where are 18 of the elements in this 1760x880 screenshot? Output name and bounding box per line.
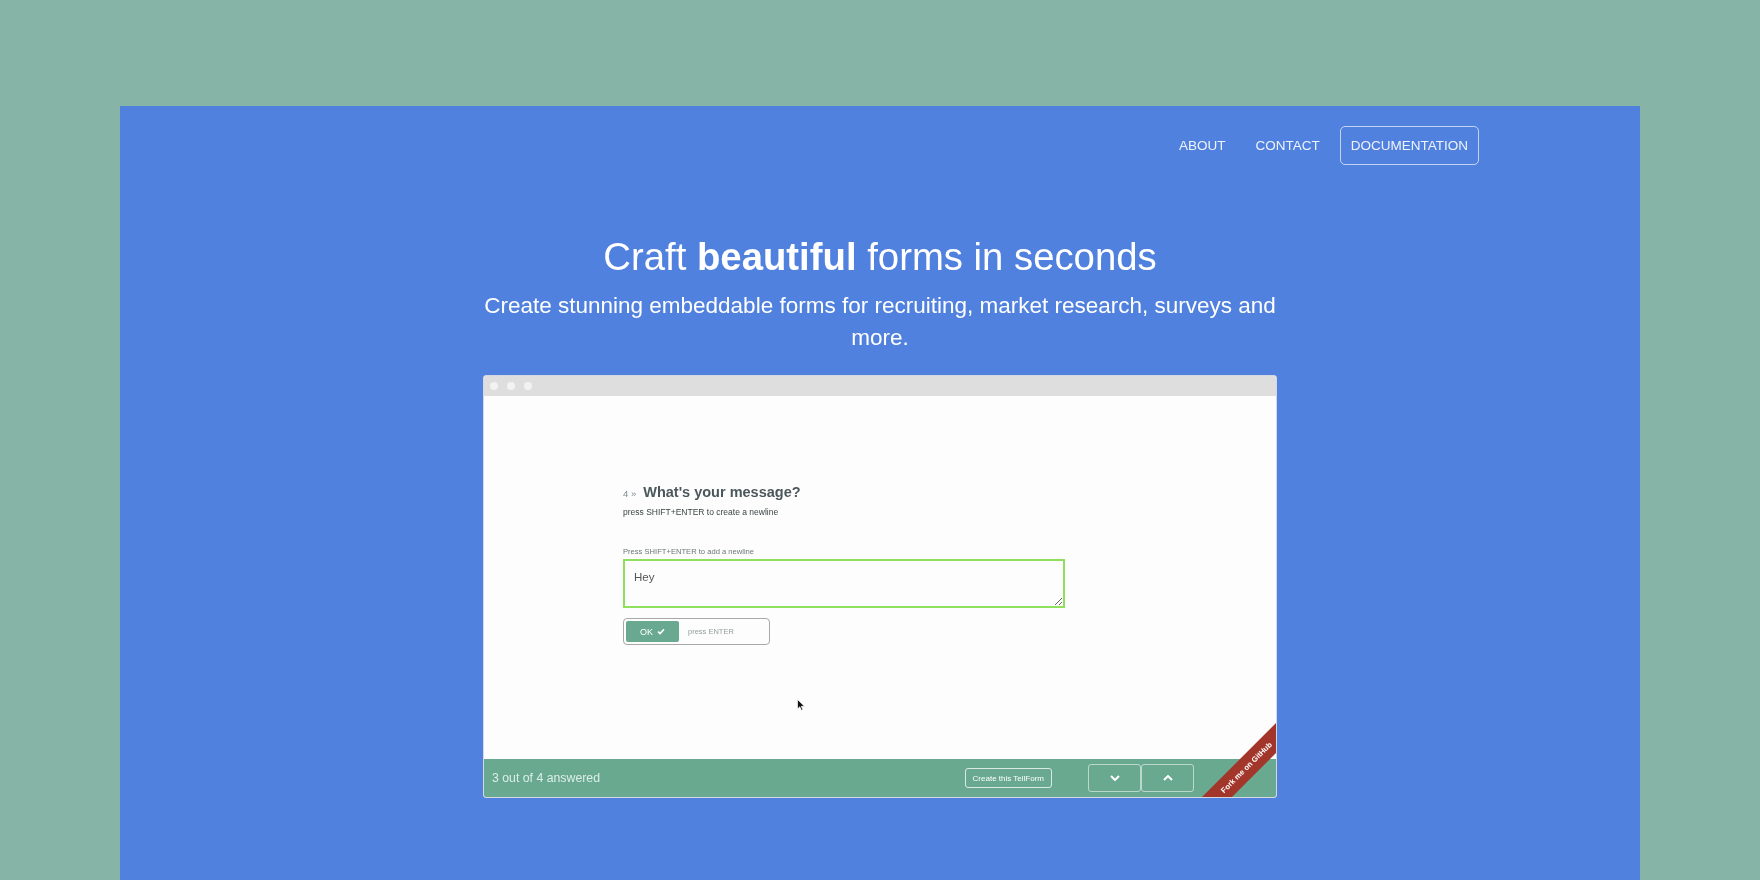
mouse-pointer-icon — [797, 699, 805, 711]
progress-text: 3 out of 4 answered — [492, 771, 601, 785]
question-title: What's your message? — [643, 483, 801, 502]
message-field[interactable]: Hey — [623, 559, 1065, 608]
next-question-button[interactable] — [1088, 764, 1141, 792]
hero-subtitle: Create stunning embeddable forms for recruiting, market research, surveys and more. — [483, 292, 1277, 352]
ok-button[interactable]: OK — [626, 621, 679, 642]
create-form-button[interactable]: Create this TellForm — [964, 768, 1052, 788]
nav-link[interactable]: CONTACT — [1240, 126, 1335, 165]
chevron-down-icon — [1109, 775, 1120, 781]
chevron-up-icon — [1162, 775, 1173, 781]
documentation-button[interactable]: DOCUMENTATION — [1339, 126, 1479, 165]
question-description: press SHIFT+ENTER to create a newline — [623, 506, 780, 518]
previous-question-button[interactable] — [1141, 764, 1194, 792]
question-number: 4 » — [623, 488, 637, 499]
check-icon — [657, 628, 665, 635]
hero-title: Craft beautiful forms in seconds — [603, 234, 1157, 280]
nav-link[interactable]: ABOUT — [1164, 126, 1241, 165]
